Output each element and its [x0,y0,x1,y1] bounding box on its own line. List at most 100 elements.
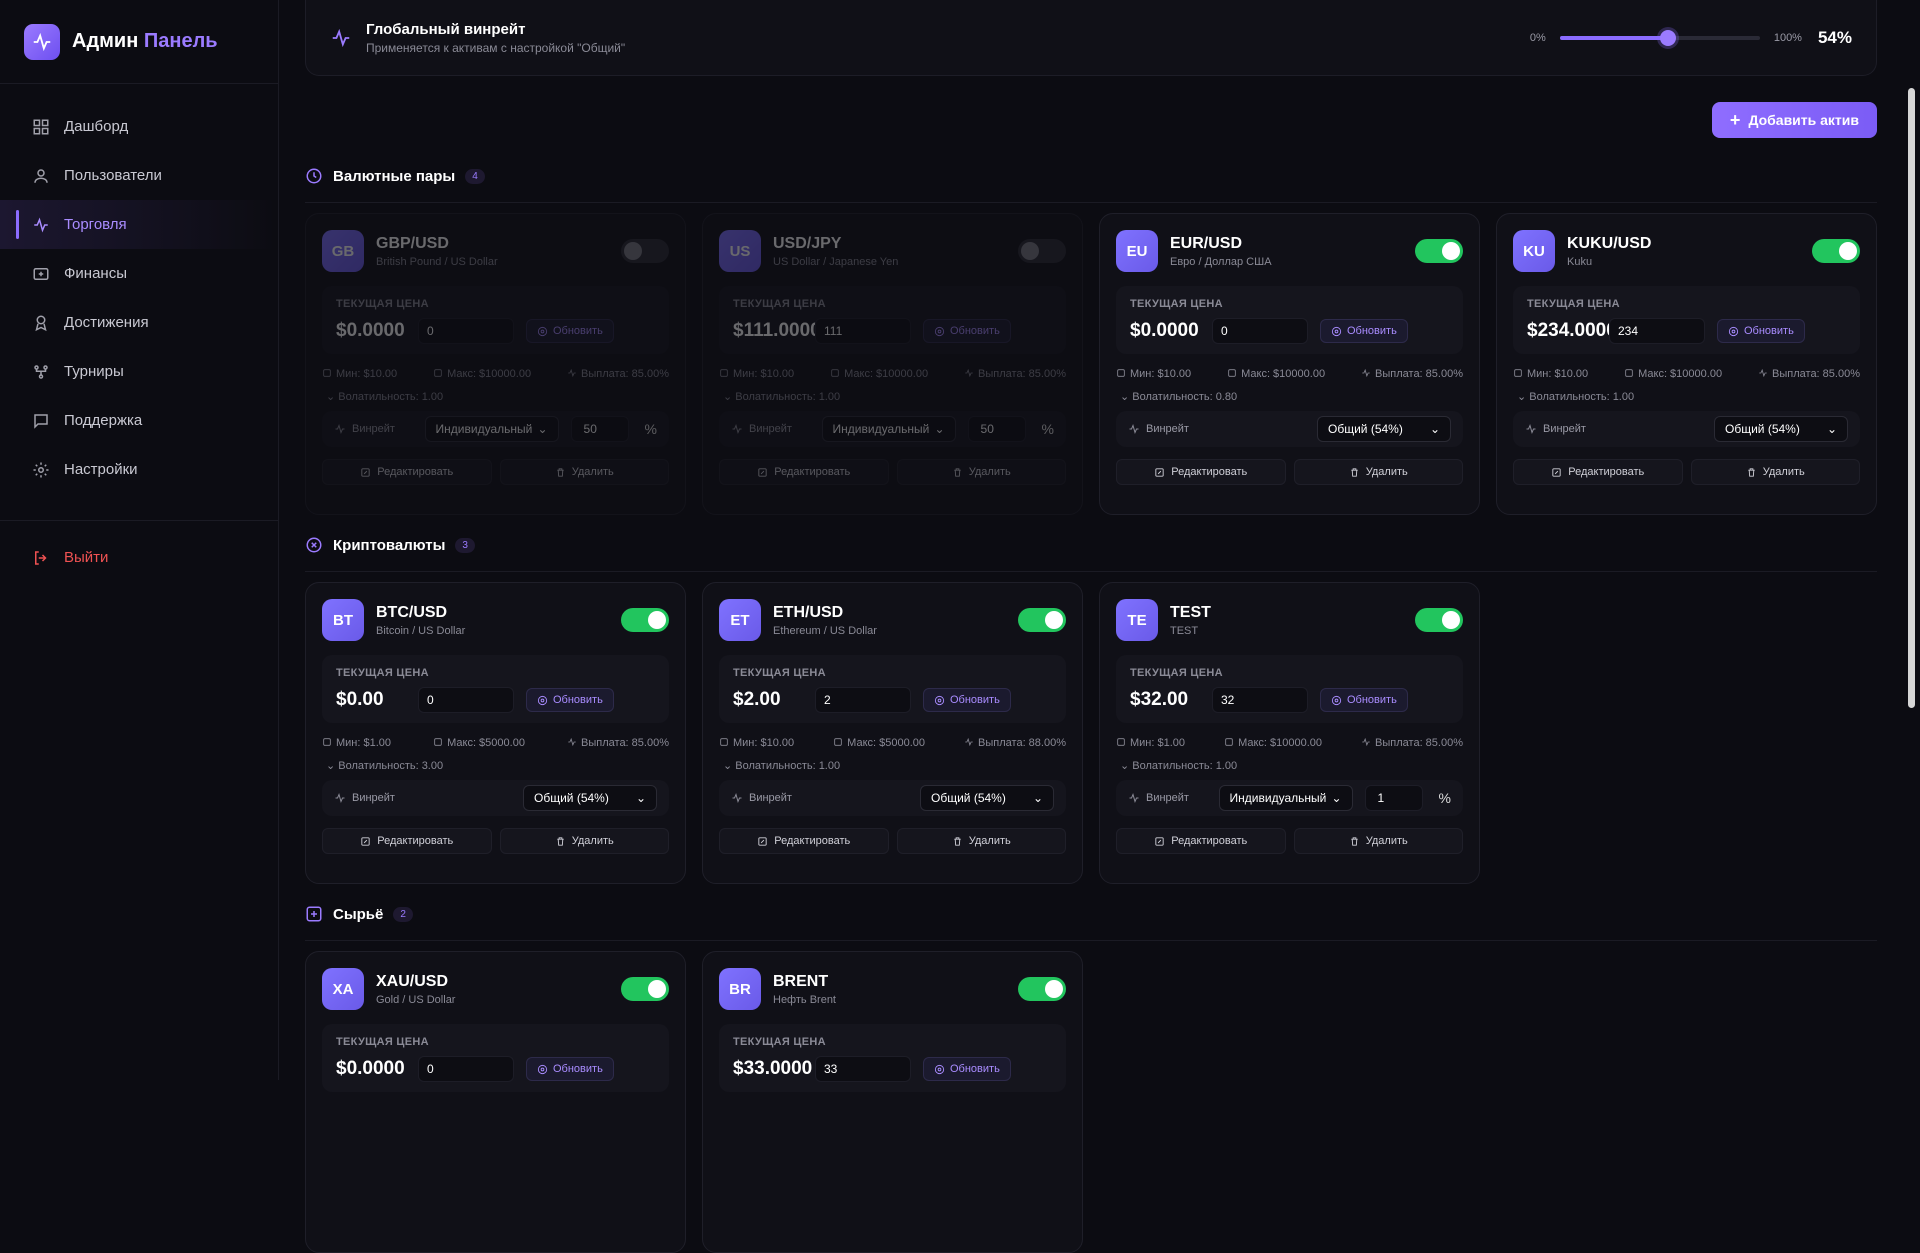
update-label: Обновить [1347,694,1397,706]
sidebar-item-label: Пользователи [64,167,162,184]
edit-button[interactable]: Редактировать [719,828,889,854]
delete-button[interactable]: Удалить [499,828,669,854]
asset-toggle[interactable] [1812,239,1860,263]
sidebar-item-5[interactable]: Турниры [0,347,278,396]
asset-avatar: TE [1116,599,1158,641]
delete-button[interactable]: Удалить [896,828,1066,854]
delete-button[interactable]: Удалить [1690,459,1860,485]
update-label: Обновить [553,1063,603,1075]
select-value: Индивидуальный [435,422,533,436]
chevron-down-icon: ⌄ [1331,791,1342,805]
asset-name: BRENT [773,972,829,990]
global-winrate-slider[interactable] [1559,29,1760,46]
asset-toggle[interactable] [1415,608,1463,632]
price-input[interactable]: 2 [815,687,911,713]
asset-stats: Мин: $10.00 Макс: $10000.00 Выплата: 85.00… [1513,368,1860,380]
percent-label: % [1438,790,1451,806]
update-button[interactable]: Обновить [526,319,614,343]
price-input[interactable]: 32 [1212,687,1308,713]
asset-toggle[interactable] [1018,239,1066,263]
section-title: Валютные пары [333,167,456,185]
update-button[interactable]: Обновить [923,688,1011,712]
sidebar-item-3[interactable]: Финансы [0,249,278,298]
scrollbar[interactable] [1903,0,1920,1080]
sidebar-item-6[interactable]: Поддержка [0,396,278,445]
delete-button[interactable]: Удалить [1293,459,1463,485]
sidebar-item-0[interactable]: Дашборд [0,102,278,151]
edit-button[interactable]: Редактировать [322,828,492,854]
update-label: Обновить [950,1063,1000,1075]
payout: Выплата: 85.00% [581,368,669,380]
activity-icon [335,424,345,434]
edit-button[interactable]: Редактировать [1116,828,1286,854]
asset-toggle[interactable] [621,977,669,1001]
edit-button[interactable]: Редактировать [1513,459,1683,485]
delete-button[interactable]: Удалить [1293,828,1463,854]
select-value: Общий (54%) [1328,422,1403,436]
price-input[interactable]: 0 [418,1056,514,1082]
winrate-input[interactable]: 1 [1364,785,1423,811]
edit-icon [361,836,370,846]
winrate-mode-select[interactable]: Общий (54%) ⌄ [1714,416,1848,442]
winrate-mode-select[interactable]: Общий (54%) ⌄ [523,785,657,811]
update-button[interactable]: Обновить [1717,319,1805,343]
update-button[interactable]: Обновить [526,1057,614,1081]
edit-label: Редактировать [774,466,851,478]
update-button[interactable]: Обновить [1320,688,1408,712]
asset-avatar: GB [322,230,364,272]
price-input[interactable]: 111 [815,318,911,344]
update-label: Обновить [1744,325,1794,337]
update-button[interactable]: Обновить [1320,319,1408,343]
message-icon [34,413,48,429]
asset-toggle[interactable] [1415,239,1463,263]
scrollbar-thumb[interactable] [1908,88,1915,708]
asset-toggle[interactable] [621,608,669,632]
dollar-icon [33,267,49,280]
asset-avatar: US [719,230,761,272]
asset-toggle[interactable] [1018,608,1066,632]
winrate-input[interactable]: 50 [570,416,629,442]
trash-icon [1748,467,1755,477]
price-box: ТЕКУЩАЯ ЦЕНА $0.00 0 Обновить [322,655,669,723]
price-input[interactable]: 33 [815,1056,911,1082]
edit-label: Редактировать [1171,835,1248,847]
chevron-down-icon: ⌄ [934,422,945,436]
delete-button[interactable]: Удалить [499,459,669,485]
price-input[interactable]: 0 [418,318,514,344]
min-amount: Мин: $10.00 [733,737,795,749]
edit-label: Редактировать [1171,466,1248,478]
update-button[interactable]: Обновить [923,1057,1011,1081]
winrate-mode-select[interactable]: Индивидуальный ⌄ [821,416,956,442]
price-input[interactable]: 234 [1609,318,1705,344]
small-icon [434,369,442,377]
update-button[interactable]: Обновить [923,319,1011,343]
slider-thumb[interactable] [1659,29,1676,46]
asset-grid: GB GBP/USD British Pound / US Dollar ТЕКУЩА… [305,213,1877,515]
sidebar-item-2[interactable]: Торговля [0,200,278,249]
update-button[interactable]: Обновить [526,688,614,712]
trash-icon [557,467,564,477]
winrate-input[interactable]: 50 [967,416,1026,442]
sidebar-item-1[interactable]: Пользователи [0,151,278,200]
winrate-mode-select[interactable]: Общий (54%) ⌄ [1317,416,1451,442]
edit-button[interactable]: Редактировать [1116,459,1286,485]
add-asset-button[interactable]: + Добавить актив [1711,102,1877,138]
price-input[interactable]: 0 [1212,318,1308,344]
sidebar-item-7[interactable]: Настройки [0,445,278,494]
asset-toggle[interactable] [621,239,669,263]
logout-button[interactable]: Выйти [0,533,278,582]
asset-toggle[interactable] [1018,977,1066,1001]
asset-name: BTC/USD [376,603,448,621]
winrate-box: Винрейт Общий (54%) ⌄ [1513,411,1860,447]
sidebar-item-4[interactable]: Достижения [0,298,278,347]
price-input[interactable]: 0 [418,687,514,713]
trash-icon [557,836,564,846]
edit-button[interactable]: Редактировать [719,459,889,485]
winrate-mode-select[interactable]: Индивидуальный ⌄ [424,416,559,442]
asset-description: Ethereum / US Dollar [773,624,877,637]
chevron-down-icon: ⌄ [635,791,646,805]
delete-button[interactable]: Удалить [896,459,1066,485]
winrate-mode-select[interactable]: Индивидуальный ⌄ [1218,785,1353,811]
winrate-mode-select[interactable]: Общий (54%) ⌄ [920,785,1054,811]
edit-button[interactable]: Редактировать [322,459,492,485]
